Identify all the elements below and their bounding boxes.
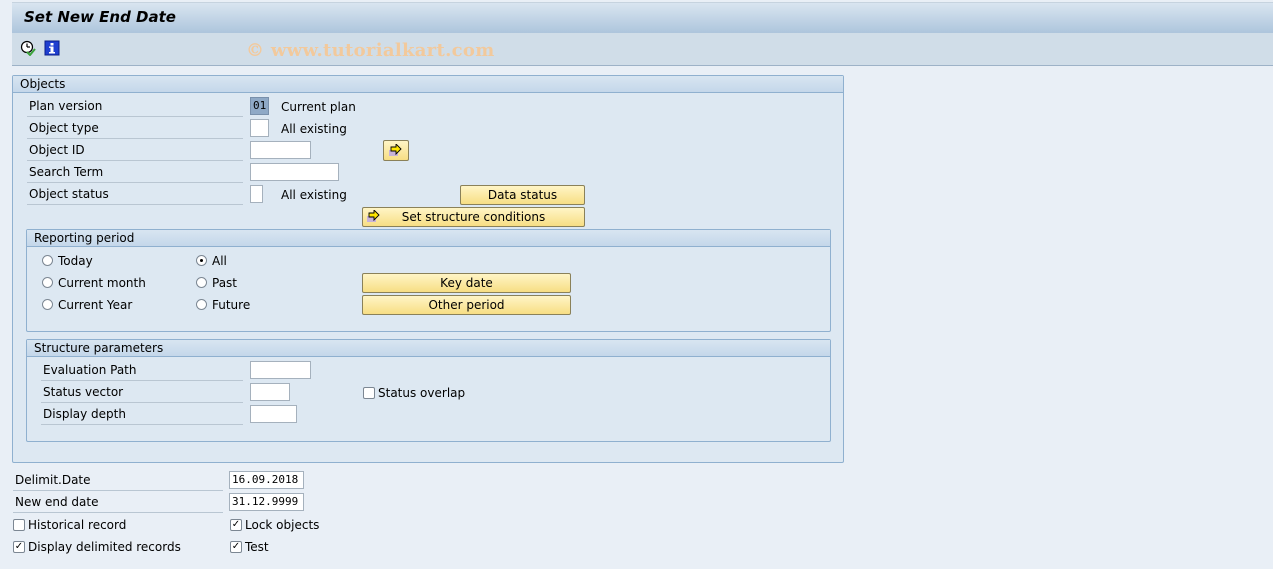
- display-delimited-records-label: Display delimited records: [28, 540, 181, 554]
- other-period-button[interactable]: Other period: [362, 295, 571, 315]
- clock-check-icon[interactable]: [20, 40, 36, 57]
- radio-button[interactable]: [42, 255, 53, 266]
- plan-version-text: Current plan: [281, 100, 356, 114]
- radio-current-year[interactable]: Current Year: [42, 296, 132, 314]
- radio-current-month[interactable]: Current month: [42, 274, 146, 292]
- status-vector-label: Status vector: [41, 382, 243, 403]
- evaluation-path-label: Evaluation Path: [41, 360, 243, 381]
- arrow-right-icon: [367, 210, 380, 222]
- radio-future-label: Future: [212, 298, 251, 312]
- display-depth-field[interactable]: [250, 405, 297, 423]
- structure-parameters-header: Structure parameters: [27, 340, 830, 357]
- checkbox[interactable]: [363, 387, 375, 399]
- object-type-label: Object type: [27, 118, 243, 139]
- radio-all[interactable]: All: [196, 252, 227, 270]
- new-end-date-label: New end date: [13, 492, 223, 513]
- object-status-field[interactable]: [250, 185, 263, 203]
- radio-button[interactable]: [196, 277, 207, 288]
- object-type-field[interactable]: [250, 119, 269, 137]
- radio-button[interactable]: [42, 299, 53, 310]
- delimit-date-field[interactable]: 16.09.2018: [229, 471, 304, 489]
- radio-button-selected[interactable]: [196, 255, 207, 266]
- object-id-arrow-button[interactable]: [383, 140, 409, 161]
- set-structure-conditions-button[interactable]: Set structure conditions: [362, 207, 585, 227]
- status-overlap-label: Status overlap: [378, 386, 466, 400]
- object-status-label: Object status: [27, 184, 243, 205]
- title-bar: Set New End Date: [12, 2, 1273, 34]
- page-title: Set New End Date: [24, 8, 176, 26]
- checkbox[interactable]: [13, 519, 25, 531]
- status-overlap-checkbox[interactable]: Status overlap: [363, 384, 465, 402]
- object-id-label: Object ID: [27, 140, 243, 161]
- data-status-button[interactable]: Data status: [460, 185, 585, 205]
- info-icon[interactable]: [44, 40, 60, 56]
- checkbox-checked[interactable]: ✓: [230, 519, 242, 531]
- radio-today-label: Today: [58, 254, 93, 268]
- radio-current-month-label: Current month: [58, 276, 146, 290]
- checkbox-checked[interactable]: ✓: [13, 541, 25, 553]
- application-toolbar: [12, 33, 1273, 66]
- display-delimited-records-checkbox[interactable]: ✓ Display delimited records: [13, 538, 181, 556]
- lock-objects-label: Lock objects: [245, 518, 320, 532]
- test-label: Test: [245, 540, 269, 554]
- search-term-field[interactable]: [250, 163, 339, 181]
- radio-button[interactable]: [196, 299, 207, 310]
- radio-past-label: Past: [212, 276, 238, 290]
- radio-all-label: All: [212, 254, 227, 268]
- delimit-date-label: Delimit.Date: [13, 470, 223, 491]
- lock-objects-checkbox[interactable]: ✓ Lock objects: [230, 516, 319, 534]
- object-status-text: All existing: [281, 188, 347, 202]
- object-type-text: All existing: [281, 122, 347, 136]
- radio-past[interactable]: Past: [196, 274, 237, 292]
- checkbox-checked[interactable]: ✓: [230, 541, 242, 553]
- radio-today[interactable]: Today: [42, 252, 93, 270]
- objects-group-header: Objects: [13, 76, 843, 93]
- new-end-date-field[interactable]: 31.12.9999: [229, 493, 304, 511]
- test-checkbox[interactable]: ✓ Test: [230, 538, 269, 556]
- evaluation-path-field[interactable]: [250, 361, 311, 379]
- plan-version-field[interactable]: 01: [250, 97, 269, 115]
- historical-record-checkbox[interactable]: Historical record: [13, 516, 126, 534]
- radio-button[interactable]: [42, 277, 53, 288]
- key-date-button[interactable]: Key date: [362, 273, 571, 293]
- object-id-field[interactable]: [250, 141, 311, 159]
- reporting-period-header: Reporting period: [27, 230, 830, 247]
- plan-version-label: Plan version: [27, 96, 243, 117]
- arrow-right-icon: [389, 144, 402, 156]
- display-depth-label: Display depth: [41, 404, 243, 425]
- search-term-label: Search Term: [27, 162, 243, 183]
- watermark: © www.tutorialkart.com: [246, 40, 495, 61]
- status-vector-field[interactable]: [250, 383, 290, 401]
- historical-record-label: Historical record: [28, 518, 127, 532]
- radio-current-year-label: Current Year: [58, 298, 133, 312]
- set-structure-conditions-label: Set structure conditions: [401, 210, 546, 224]
- radio-future[interactable]: Future: [196, 296, 250, 314]
